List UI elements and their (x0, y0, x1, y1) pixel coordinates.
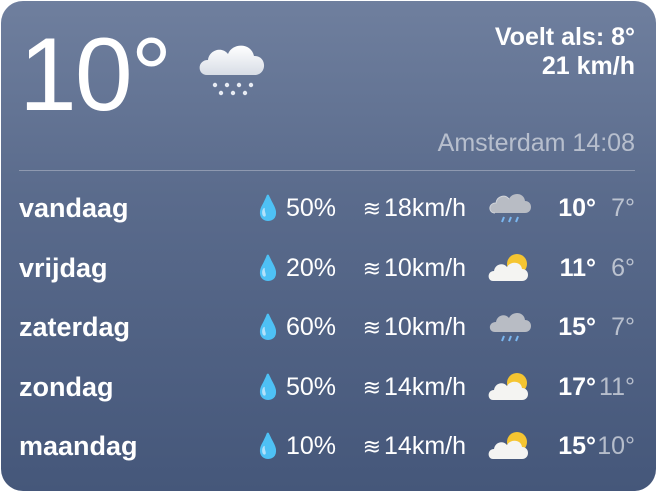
wind-value: 14km/h (384, 432, 466, 460)
raindrop-icon: 💧 (253, 195, 283, 222)
wind-value: 18km/h (384, 194, 466, 222)
wind: ≋ 14km/h (363, 373, 466, 402)
raindrop-icon: 💧 (253, 254, 283, 282)
wind-icon: ≋ (362, 255, 382, 281)
precipitation: 💧 10% (253, 432, 336, 461)
partly-sunny-icon (488, 432, 528, 459)
partly-sunny-icon (488, 253, 528, 281)
wind: ≋ 18km/h (363, 194, 466, 223)
forecast-row-vandaag[interactable]: vandaag 💧 50% ≋ 18km/h 10° 7° (1, 181, 656, 241)
forecast-row-vrijdag[interactable]: vrijdag 💧 20% ≋ 10km/h 11° 6° (1, 241, 656, 301)
low-temp: 11° (599, 372, 635, 401)
rain-cloud-icon (489, 312, 531, 342)
wind: ≋ 10km/h (363, 313, 466, 342)
precipitation-value: 50% (285, 372, 336, 401)
high-temp: 10° (558, 194, 596, 222)
weather-widget[interactable]: 10° Voelt als: 8° 21 km/h Amsterdam 14:0… (1, 1, 656, 491)
low-temp: 10° (597, 432, 635, 460)
forecast-day: zaterdag (19, 312, 131, 342)
high-temp: 15° (558, 432, 596, 460)
raindrop-icon: 💧 (253, 433, 283, 460)
location-time: Amsterdam 14:08 (437, 129, 635, 157)
precipitation-value: 20% (285, 253, 336, 282)
wind-value: 14km/h (384, 372, 466, 401)
forecast-row-zaterdag[interactable]: zaterdag 💧 60% ≋ 10km/h 15° 7° (1, 300, 656, 360)
raindrop-icon: 💧 (253, 373, 283, 401)
forecast-day: zondag (19, 371, 114, 402)
forecast-day: maandag (19, 431, 138, 461)
high-temp: 11° (559, 253, 596, 282)
wind: ≋ 10km/h (363, 254, 466, 283)
high-temp: 15° (558, 313, 596, 341)
rain-cloud-icon (199, 45, 265, 96)
wind-value: 10km/h (384, 313, 466, 341)
forecast-row-zondag[interactable]: zondag 💧 50% ≋ 14km/h 17° 11° (1, 360, 656, 420)
low-temp: 7° (611, 194, 635, 222)
low-temp: 7° (611, 313, 635, 341)
current-details: Voelt als: 8° 21 km/h (495, 23, 635, 81)
wind-icon: ≋ (362, 374, 382, 400)
divider (19, 170, 635, 171)
precipitation: 💧 50% (253, 373, 336, 402)
wind-icon: ≋ (362, 315, 382, 340)
raindrop-icon: 💧 (253, 314, 283, 341)
current-temperature: 10° (19, 17, 172, 133)
precipitation: 💧 20% (253, 254, 336, 283)
feels-like-text: Voelt als: 8° (494, 23, 635, 51)
low-temp: 6° (611, 253, 635, 282)
wind-icon: ≋ (362, 196, 382, 221)
precipitation: 💧 60% (253, 313, 336, 342)
precipitation-value: 10% (285, 432, 336, 460)
forecast-list: vandaag 💧 50% ≋ 18km/h 10° 7° vrijdag 💧 20%… (1, 181, 656, 479)
precipitation: 💧 50% (253, 194, 336, 223)
forecast-day: vandaag (19, 193, 129, 223)
precipitation-value: 60% (285, 313, 336, 341)
current-wind-text: 21 km/h (541, 52, 635, 80)
precipitation-value: 50% (285, 194, 336, 222)
partly-sunny-icon (488, 372, 528, 400)
high-temp: 17° (558, 372, 596, 401)
rain-cloud-icon (489, 193, 531, 223)
forecast-day: vrijdag (19, 252, 108, 283)
wind: ≋ 14km/h (363, 432, 466, 461)
wind-value: 10km/h (384, 253, 466, 282)
wind-icon: ≋ (362, 434, 382, 459)
forecast-row-maandag[interactable]: maandag 💧 10% ≋ 14km/h 15° 10° (1, 419, 656, 479)
